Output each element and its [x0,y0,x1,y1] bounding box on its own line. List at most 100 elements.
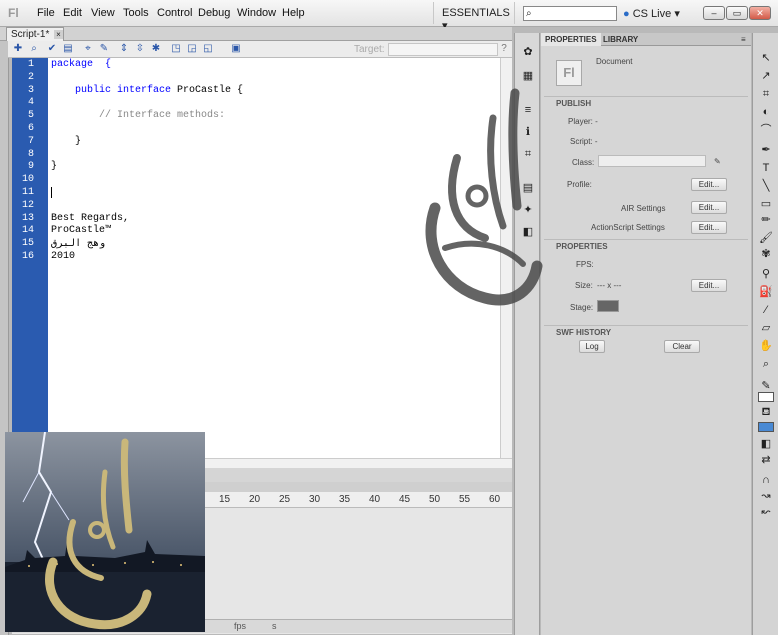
menu-help[interactable]: Help [282,7,305,19]
line-tool-icon[interactable]: ╲ [759,179,773,193]
line-number: 9 [27,161,34,173]
stroke-color-icon[interactable]: ✎ [759,379,773,393]
minimize-button[interactable]: – [703,6,725,20]
frame-number: 50 [429,494,441,505]
hand-tool-icon[interactable]: ✋ [759,339,773,353]
log-button[interactable]: Log [579,340,605,353]
check-syntax-icon[interactable]: ✔ [46,43,58,55]
fps-label: fps [234,621,247,631]
target-select[interactable] [388,43,498,56]
help-icon[interactable]: ? [498,43,510,55]
frame-number: 55 [459,494,471,505]
line-number: 3 [27,84,34,96]
workspace-switcher[interactable]: ESSENTIALS ▾ [433,2,515,32]
lasso-tool-icon[interactable]: ⌒ [759,123,773,137]
debug-options-icon[interactable]: ✎ [98,43,110,55]
pen-tool-icon[interactable]: ✒ [759,143,773,157]
menu-view[interactable]: View [91,7,115,19]
restore-button[interactable]: ▭ [726,6,748,20]
menu-debug[interactable]: Debug [198,7,230,19]
stroke-color-swatch[interactable] [758,392,774,402]
selection-tool-icon[interactable]: ↖ [759,51,773,65]
menu-tools[interactable]: Tools [123,7,149,19]
panel-menu-icon[interactable]: ≡ [737,33,750,46]
code-line: } [51,135,82,147]
search-input[interactable]: ⌕ [523,6,617,21]
eyedropper-icon[interactable]: ⁄ [759,303,773,317]
code-hint-icon[interactable]: ⌖ [82,43,94,55]
air-settings-label: AIR Settings [621,204,666,213]
code-line: package { [51,59,112,70]
size-edit-button[interactable]: Edit... [691,279,727,292]
paint-bucket-icon[interactable]: ⛽ [759,285,773,299]
toggle-toolbox-icon[interactable]: ▣ [230,43,242,55]
size-label: Size: [575,281,593,290]
clear-button[interactable]: Clear [664,340,700,353]
edit-class-icon[interactable]: ✎ [714,157,721,166]
line-comment-icon[interactable]: ◲ [186,43,198,55]
text-cursor [51,187,52,198]
collapse-selection-icon[interactable]: ⇳ [134,43,146,55]
frame-number: 45 [399,494,411,505]
class-input[interactable] [598,155,706,167]
snap-to-objects-icon[interactable]: ∩ [759,473,773,487]
stage-color-swatch[interactable] [597,300,619,312]
tab-properties[interactable]: PROPERTIES [541,33,601,46]
code-line: public interface ProCastle { [75,84,244,96]
swf-history-section[interactable]: SWF HISTORY [544,325,748,338]
fill-color-icon[interactable]: ⛾ [759,405,773,419]
fill-color-swatch[interactable] [758,422,774,432]
document-label: Document [596,57,633,66]
menu-file[interactable]: File [37,7,55,19]
air-edit-button[interactable]: Edit... [691,201,727,214]
subselection-tool-icon[interactable]: ↗ [759,69,773,83]
find-icon[interactable]: ⌕ [28,43,40,55]
black-white-icon[interactable]: ◧ [759,437,773,451]
expand-all-icon[interactable]: ✱ [150,43,162,55]
line-number: 10 [21,174,34,186]
eraser-tool-icon[interactable]: ▱ [759,321,773,335]
deco-tool-icon[interactable]: ✾ [759,247,773,261]
as-edit-button[interactable]: Edit... [691,221,727,234]
text-tool-icon[interactable]: T [759,161,773,175]
free-transform-icon[interactable]: ⌗ [759,87,773,101]
rectangle-tool-icon[interactable]: ▭ [759,197,773,211]
pencil-tool-icon[interactable]: ✏ [759,213,773,227]
line-number: 15 [21,238,34,250]
cs-live-button[interactable]: ● CS Live ▾ [623,7,680,20]
add-statement-icon[interactable]: ✚ [12,43,24,55]
tools-panel: ↖ ↗ ⌗ ◐ ⌒ ✒ T ╲ ▭ ✏ 🖌 ✾ ⚲ ⛽ ⁄ ▱ ✋ ⌕ ✎ ⛾ … [752,33,778,635]
profile-edit-button[interactable]: Edit... [691,178,727,191]
frame-number: 15 [219,494,231,505]
collapse-braces-icon[interactable]: ⇕ [118,43,130,55]
close-button[interactable]: ✕ [749,6,771,20]
publish-section[interactable]: PUBLISH [544,96,748,109]
zoom-tool-icon[interactable]: ⌕ [759,357,773,371]
line-number: 6 [27,123,34,134]
auto-format-icon[interactable]: ▤ [62,43,74,55]
close-tab-icon[interactable]: × [54,30,63,39]
cs-live-icon: ● [623,8,630,20]
properties-section[interactable]: PROPERTIES [544,239,748,252]
script-value: Script: - [570,137,598,146]
swatches-icon[interactable]: ▦ [521,69,535,83]
bone-tool-icon[interactable]: ⚲ [759,267,773,281]
straighten-icon[interactable]: ↜ [759,505,773,519]
tab-library[interactable]: LIBRARY [599,33,642,46]
block-comment-icon[interactable]: ◳ [170,43,182,55]
smooth-icon[interactable]: ↝ [759,489,773,503]
line-number: 7 [27,135,34,147]
3d-rotation-icon[interactable]: ◐ [759,105,773,119]
code-line: } [51,161,58,173]
color-icon[interactable]: ✿ [521,45,535,59]
brush-tool-icon[interactable]: 🖌 [759,231,773,245]
tab-script-1[interactable]: Script-1* × [6,27,64,41]
player-value: Player: - [568,117,598,126]
code-line [51,187,52,202]
menu-window[interactable]: Window [237,7,276,19]
remove-comment-icon[interactable]: ◱ [202,43,214,55]
swap-colors-icon[interactable]: ⇄ [759,453,773,467]
frame-number: 35 [339,494,351,505]
menu-edit[interactable]: Edit [63,7,82,19]
menu-control[interactable]: Control [157,7,192,19]
